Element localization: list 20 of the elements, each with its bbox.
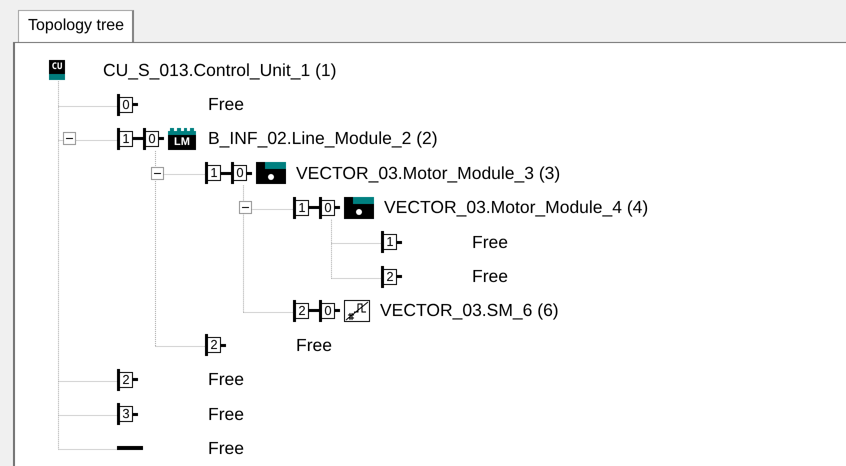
port-status[interactable]: Free (208, 404, 244, 425)
device-name[interactable]: CU_S_013.Control_Unit_1 (1) (103, 60, 336, 81)
port-status[interactable]: Free (208, 438, 244, 459)
device-name[interactable]: VECTOR_03.Motor_Module_3 (3) (296, 162, 560, 184)
port-status[interactable]: Free (208, 369, 244, 390)
tab[interactable]: Topology tree (18, 10, 134, 43)
device-name[interactable]: VECTOR_03.SM_6 (6) (380, 300, 559, 322)
collapse-button[interactable] (151, 166, 164, 180)
port-status[interactable]: Free (472, 266, 508, 288)
port-status[interactable]: Free (472, 232, 508, 253)
port-status[interactable]: Free (208, 94, 244, 116)
port-status[interactable]: Free (296, 334, 332, 356)
sensor-module-icon (344, 300, 370, 322)
motor-module-icon (344, 196, 374, 219)
device-name[interactable]: VECTOR_03.Motor_Module_4 (4) (384, 197, 648, 218)
collapse-button[interactable] (239, 201, 252, 214)
device-name[interactable]: B_INF_02.Line_Module_2 (2) (208, 128, 438, 150)
cable-end-icon (117, 446, 143, 450)
motor-module-icon (256, 162, 286, 184)
collapse-button[interactable] (63, 132, 76, 146)
